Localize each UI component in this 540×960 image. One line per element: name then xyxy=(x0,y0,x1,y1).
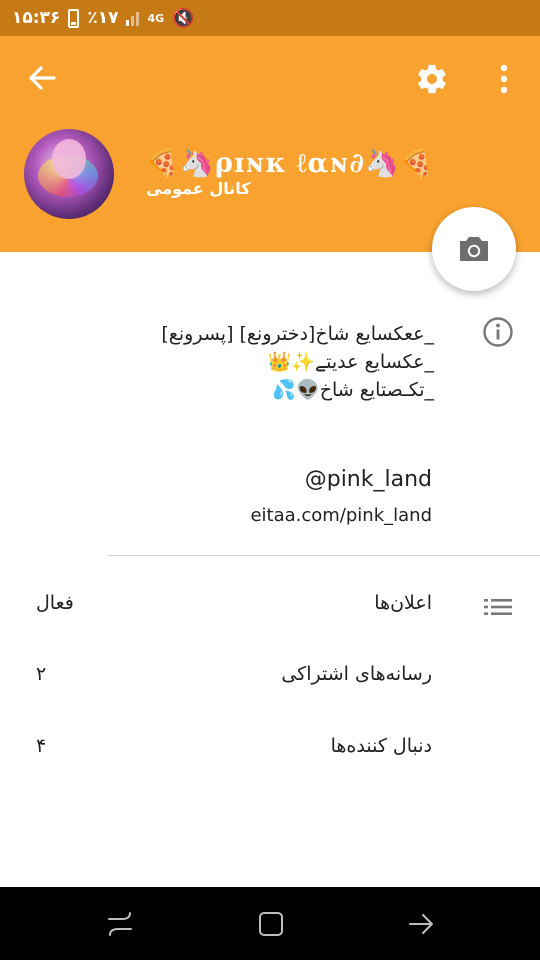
channel-avatar[interactable] xyxy=(24,129,114,219)
arrow-back-icon[interactable] xyxy=(26,62,58,94)
gear-icon[interactable] xyxy=(415,62,449,96)
channel-title-text: 🍕🦄ρɪɴк ℓαɴ∂🦄🍕 xyxy=(145,148,435,179)
description-line: _عکسایع عدیتے✨👑 xyxy=(267,351,434,373)
list-icon xyxy=(484,599,512,615)
description-line: _ععکسایع شاخ[دخترونع] [پسرونع] xyxy=(161,323,434,345)
battery-level: ٪۱۷ xyxy=(87,8,119,28)
more-vertical-icon[interactable] xyxy=(490,62,518,96)
followers-row[interactable]: دنبال کننده‌ها xyxy=(331,735,432,757)
network-type: 4G xyxy=(147,11,165,25)
description-line: _تکـصتایع شاخ👽💦 xyxy=(272,379,434,401)
channel-username[interactable]: @pink_land xyxy=(200,467,432,492)
status-bar: ۱۵:۳۶ ٪۱۷ 4G 🔇 xyxy=(0,0,540,36)
info-icon xyxy=(483,317,513,347)
shared-media-count: ۲ xyxy=(36,663,47,685)
clock: ۱۵:۳۶ xyxy=(12,8,61,28)
divider xyxy=(108,555,540,556)
system-nav-bar xyxy=(0,887,540,960)
mute-icon: 🔇 xyxy=(172,7,195,29)
notifications-value: فعال xyxy=(36,592,74,614)
status-indicators: ۱۵:۳۶ ٪۱۷ 4G 🔇 xyxy=(12,6,195,30)
followers-count: ۴ xyxy=(36,735,47,757)
shared-media-row[interactable]: رسانه‌های اشتراکی xyxy=(281,663,432,685)
channel-type: کانال عمومی xyxy=(146,179,251,198)
avatar-figure xyxy=(52,139,86,179)
signal-icon xyxy=(126,10,140,26)
back-nav-icon[interactable] xyxy=(406,909,436,939)
battery-icon xyxy=(68,8,80,28)
home-icon[interactable] xyxy=(256,909,286,939)
notifications-row[interactable]: اعلان‌ها xyxy=(374,592,432,614)
channel-link[interactable]: eitaa.com/pink_land xyxy=(200,505,432,526)
camera-icon xyxy=(460,237,488,261)
channel-description: _ععکسایع شاخ[دخترونع] [پسرونع] _عکسایع ع… xyxy=(110,320,434,404)
recent-apps-icon[interactable] xyxy=(105,909,135,939)
channel-title: 🍕🦄ρɪɴк ℓαɴ∂🦄🍕 xyxy=(145,142,435,184)
set-photo-button[interactable] xyxy=(432,207,516,291)
